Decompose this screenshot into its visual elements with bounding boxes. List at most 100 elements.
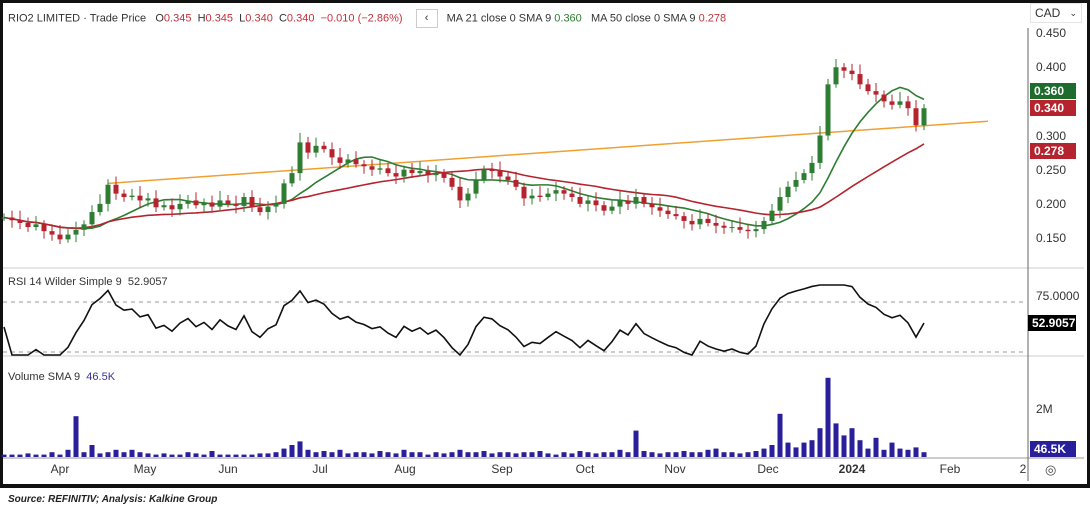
candle-body [729, 227, 735, 229]
volume-bar [233, 454, 239, 457]
volume-bar [513, 453, 519, 457]
volume-bar [273, 452, 279, 457]
candle-body [521, 186, 527, 199]
candle-body [849, 70, 855, 75]
volume-bar [689, 452, 695, 457]
change-value: −0.010 (−2.86%) [320, 12, 403, 25]
chart-canvas[interactable] [0, 0, 1090, 513]
candle-body [705, 218, 711, 223]
gear-icon[interactable]: ◎ [1045, 462, 1056, 478]
candle-body [481, 169, 487, 180]
volume-sma-tag: 46.5K [1030, 441, 1076, 457]
volume-bar [17, 454, 23, 457]
month-label: 2024 [838, 462, 866, 476]
price-tick: 0.150 [1036, 231, 1067, 245]
month-label: Jul [312, 462, 328, 476]
candle-body [17, 220, 23, 223]
volume-bar [529, 452, 535, 457]
candle-body [497, 171, 503, 177]
candle-body [465, 193, 471, 201]
rsi-legend[interactable]: RSI 14 Wilder Simple 9 52.9057 [8, 276, 168, 288]
volume-bar [25, 453, 31, 457]
volume-bar [97, 453, 103, 457]
candle-body [681, 216, 687, 221]
price-tick: 0.400 [1036, 60, 1067, 74]
volume-bar [121, 452, 127, 457]
month-label: Feb [939, 462, 961, 476]
close-value: 0.340 [286, 12, 315, 25]
volume-bar [857, 440, 863, 457]
candle-body [625, 200, 631, 204]
symbol-name[interactable]: RIO2 LIMITED [8, 12, 80, 24]
candle-body [809, 162, 815, 174]
volume-bar [105, 452, 111, 457]
volume-bar [569, 453, 575, 457]
candle-body [73, 229, 79, 235]
candle-body [913, 108, 919, 126]
volume-bar [385, 452, 391, 457]
candle-body [89, 212, 95, 225]
volume-bar [185, 452, 191, 457]
volume-bar [441, 453, 447, 457]
candle-body [233, 203, 239, 206]
volume-bar [673, 452, 679, 457]
candle-body [169, 205, 175, 210]
rsi-value-tag: 52.9057 [1028, 315, 1076, 331]
candle-body [345, 159, 351, 163]
candle-body [585, 200, 591, 204]
volume-bar [737, 453, 743, 457]
volume-bar [281, 448, 287, 457]
ma50-label[interactable]: MA 50 close 0 SMA 9 [591, 12, 696, 24]
candle-body [209, 202, 215, 207]
ma21-label[interactable]: MA 21 close 0 SMA 9 [447, 12, 552, 24]
volume-bar [57, 454, 63, 457]
candle-body [193, 200, 199, 206]
volume-bar [321, 451, 327, 457]
month-label: Sep [491, 462, 513, 476]
candle-body [801, 173, 807, 180]
month-label: Apr [50, 462, 70, 476]
price-tick: 0.200 [1036, 197, 1067, 211]
candle-body [889, 101, 895, 105]
candle-body [721, 225, 727, 228]
volume-bar [177, 454, 183, 457]
candle-body [817, 135, 823, 163]
candle-body [777, 197, 783, 211]
candle-body [177, 203, 183, 210]
candle-body [577, 197, 583, 204]
candle-body [289, 173, 295, 184]
candle-body [761, 220, 767, 230]
candle-body [153, 198, 159, 208]
candle-body [793, 179, 799, 187]
volume-bar [9, 454, 15, 457]
volume-bar [817, 428, 823, 457]
volume-bar [777, 413, 783, 457]
volume-bar [81, 452, 87, 457]
collapse-legend-button[interactable]: ‹ [415, 9, 438, 28]
volume-bar [649, 452, 655, 457]
candle-body [369, 166, 375, 170]
source-note: Source: REFINITIV; Analysis: Kalkine Gro… [8, 494, 218, 505]
open-label: O [155, 12, 164, 25]
volume-bar [257, 453, 263, 457]
volume-legend[interactable]: Volume SMA 9 46.5K [8, 371, 115, 383]
candle-body [329, 149, 335, 158]
volume-bar [729, 452, 735, 457]
candle-body [265, 206, 271, 213]
volume-bar [713, 448, 719, 457]
candle-body [609, 206, 615, 211]
volume-bar [353, 452, 359, 457]
currency-select[interactable]: CAD ⌄ [1030, 3, 1082, 23]
volume-bar [297, 441, 303, 457]
candle-body [713, 222, 719, 226]
rsi-tick: 75.0000 [1036, 289, 1080, 303]
candle-body [353, 159, 359, 165]
volume-bar [521, 452, 527, 457]
candle-body [297, 142, 303, 174]
volume-bar [145, 453, 151, 457]
volume-bar [785, 442, 791, 457]
rsi-value: 52.9057 [127, 276, 168, 288]
candle-body [505, 176, 511, 180]
volume-bar [425, 454, 431, 457]
legend-header: RIO2 LIMITED · Trade Price O0.345 H0.345… [8, 9, 726, 28]
